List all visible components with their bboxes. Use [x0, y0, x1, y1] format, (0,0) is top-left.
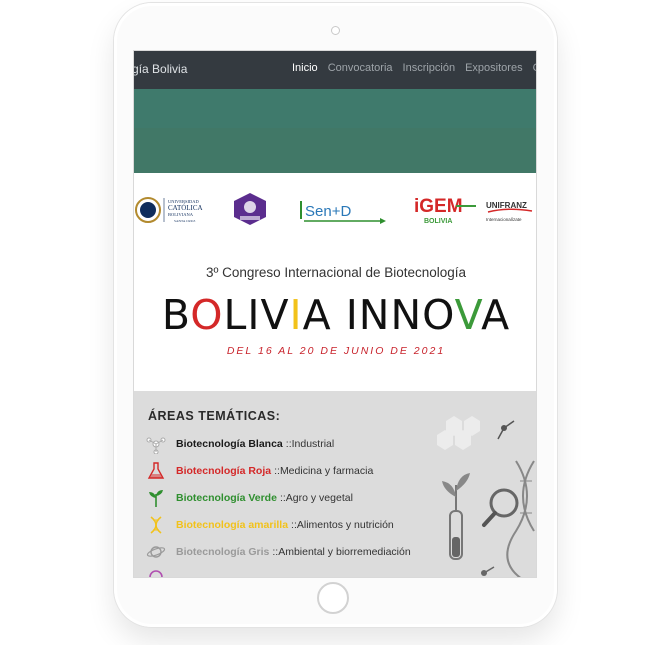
title-part-4: I — [289, 291, 303, 339]
igem-bolivia-logo: iGEM BOLIVIA — [412, 192, 482, 233]
thematic-areas-section: ÁREAS TEMÁTICAS: Biotecnología Blanca ::… — [134, 391, 536, 577]
unifranz-subtext: Internacionalízate — [486, 217, 522, 222]
area-item-partial — [146, 567, 176, 577]
nav-link-expositores[interactable]: Expositores — [465, 62, 522, 74]
nav-link-convocatoria[interactable]: Convocatoria — [328, 62, 393, 74]
partial-icon — [146, 567, 166, 577]
areas-title: ÁREAS TEMÁTICAS: — [148, 409, 281, 423]
title-part-7: A — [481, 291, 511, 339]
title-part-2: O — [190, 291, 224, 339]
camera — [331, 26, 340, 35]
area-item-roja: Biotecnología Roja :: Medicina y farmaci… — [146, 461, 373, 481]
title-part-6: V — [454, 291, 482, 339]
dna-icon — [146, 515, 166, 535]
area-name-gris: Biotecnología Gris — [176, 546, 270, 558]
bioteck-badge-logo — [230, 191, 270, 232]
nav-link-truncated[interactable]: C — [533, 62, 536, 74]
ucb-logo: UNIVERSIDAD CATÓLICA BOLIVIANA SANTA CRU… — [134, 193, 214, 232]
area-name-verde: Biotecnología Verde — [176, 492, 277, 504]
area-item-gris: Biotecnología Gris :: Ambiental y biorre… — [146, 542, 411, 562]
congress-title: BOLIVIA INNOVA — [134, 291, 536, 339]
area-item-blanca: Biotecnología Blanca :: Industrial — [146, 434, 334, 454]
congress-subtitle: 3º Congreso Internacional de Biotecnolog… — [205, 265, 467, 280]
plant-icon — [146, 488, 166, 508]
nav-links: Inicio Convocatoria Inscripción Exposito… — [292, 62, 536, 74]
area-desc-verde: Agro y vegetal — [285, 492, 353, 504]
molecule-icon — [146, 434, 166, 454]
ucb-line-3: BOLIVIANA — [168, 212, 194, 217]
area-desc-blanca: Industrial — [291, 438, 335, 450]
navbar: ología Bolivia Inicio Convocatoria Inscr… — [134, 51, 536, 89]
ucb-line-4: SANTA CRUZ — [174, 219, 195, 223]
title-part-1: B — [161, 291, 191, 339]
navbar-brand[interactable]: ología Bolivia — [134, 62, 187, 76]
flask-icon — [146, 461, 166, 481]
area-desc-gris: Ambiental y biorremediación — [278, 546, 411, 558]
area-desc-roja: Medicina y farmacia — [279, 465, 374, 477]
home-button[interactable] — [317, 582, 349, 614]
unifranz-logo: UNIFRANZ Internacionalízate — [486, 197, 536, 232]
area-name-roja: Biotecnología Roja — [176, 465, 272, 477]
congress-dates: DEL 16 AL 20 DE JUNIO DE 2021 — [226, 345, 446, 357]
area-item-amarilla: Biotecnología amarilla :: Alimentos y nu… — [146, 515, 394, 535]
area-name-amarilla: Biotecnología amarilla — [176, 519, 289, 531]
sen-id-logo: Sen+D — [298, 197, 386, 230]
biotech-decoration — [426, 401, 536, 577]
igem-text: iGEM — [414, 196, 463, 217]
sen-id-text: Sen+D — [305, 203, 351, 220]
hero-banner-bottom — [134, 128, 536, 173]
hero-banner-top — [134, 89, 536, 128]
browser-viewport[interactable]: ología Bolivia Inicio Convocatoria Inscr… — [133, 50, 537, 578]
nav-link-inicio[interactable]: Inicio — [292, 62, 318, 74]
area-name-blanca: Biotecnología Blanca — [176, 438, 283, 450]
sponsor-logos: UNIVERSIDAD CATÓLICA BOLIVIANA SANTA CRU… — [134, 191, 536, 233]
ucb-line-2: CATÓLICA — [168, 204, 203, 212]
area-desc-amarilla: Alimentos y nutrición — [296, 519, 394, 531]
planet-icon — [146, 542, 166, 562]
area-item-verde: Biotecnología Verde :: Agro y vegetal — [146, 488, 353, 508]
title-part-5: A INNO — [302, 291, 455, 339]
igem-bolivia-text: BOLIVIA — [424, 218, 452, 225]
nav-link-inscripcion[interactable]: Inscripción — [403, 62, 456, 74]
title-part-3: LIV — [223, 291, 290, 339]
